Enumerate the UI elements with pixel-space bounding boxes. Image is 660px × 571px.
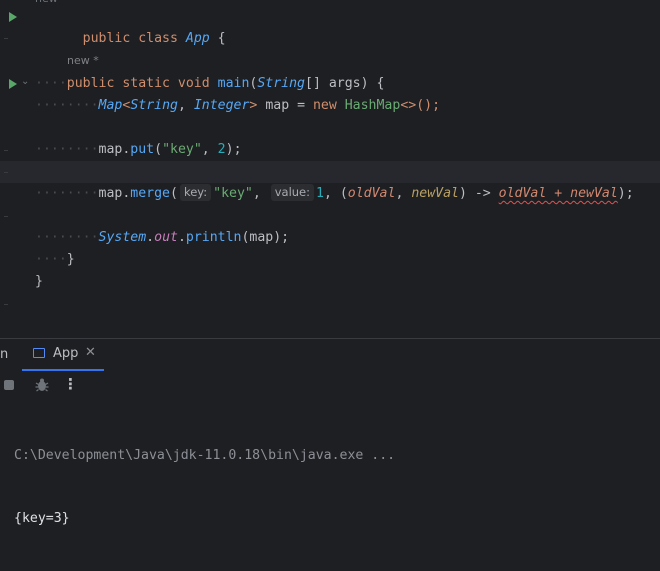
punct: , <box>395 186 412 201</box>
type: String <box>257 76 305 91</box>
punct: (map); <box>241 230 290 245</box>
type: Integer <box>193 98 250 113</box>
stop-icon[interactable] <box>4 380 14 390</box>
app-window-icon <box>33 348 45 358</box>
punct: . <box>177 230 186 245</box>
gutter-mark <box>4 38 8 39</box>
console-output-line: {key=3} <box>14 511 70 526</box>
string-literal: "key" <box>213 186 253 201</box>
gutter-mark <box>4 172 8 173</box>
bug-icon[interactable] <box>34 377 50 397</box>
punct: { <box>209 31 226 46</box>
chevron-down-icon[interactable]: ⌄ <box>21 76 29 87</box>
punct: ( <box>170 186 178 201</box>
run-toolbar: ⋮ <box>0 375 660 397</box>
keyword: public class <box>82 31 178 46</box>
punct: ); <box>225 142 242 157</box>
code-line-1: public class App { <box>0 6 660 46</box>
code-line-11: ····} <box>35 252 75 267</box>
punct: , <box>177 98 194 113</box>
usage-hint[interactable]: new * <box>67 54 99 67</box>
keyword: public static void <box>66 76 210 91</box>
console-command-line[interactable]: C:\Development\Java\jdk-11.0.18\bin\java… <box>14 445 395 466</box>
variable: map. <box>98 142 131 157</box>
punct: ); <box>617 186 634 201</box>
code-line-8: ········map.merge(key: "key", value: 1, (o… <box>35 184 634 201</box>
more-options-icon[interactable]: ⋮ <box>63 375 78 393</box>
code-line-3: ⌄ ····public static void main(String[] a… <box>0 73 660 95</box>
code-line-6: ········map.put("key", 2); <box>35 142 242 157</box>
punct: ( <box>154 142 163 157</box>
lambda-body[interactable]: oldVal + newVal <box>499 186 618 201</box>
code-editor[interactable]: new public class App { new * ⌄ ····publi… <box>0 0 660 338</box>
run-tool-window: n App ✕ ⋮ C:\Development\Java\jdk-11.0.1… <box>0 338 660 526</box>
punct: , <box>201 142 218 157</box>
variable: map = <box>257 98 313 113</box>
keyword: new <box>312 98 337 113</box>
tab-app[interactable]: App ✕ <box>22 339 104 371</box>
punct: . <box>146 230 155 245</box>
params: [] args) { <box>305 76 385 91</box>
gutter-mark <box>4 216 8 217</box>
lambda-param: newVal <box>411 186 459 201</box>
method-name: main <box>217 76 250 91</box>
run-gutter-icon[interactable] <box>9 12 17 22</box>
code-line-12: } <box>0 271 660 293</box>
class-name: App <box>185 31 210 46</box>
param-hint-value: value: <box>270 184 315 201</box>
class-name: System <box>98 230 147 245</box>
punct: , ( <box>323 186 348 201</box>
number-literal: 2 <box>217 142 226 157</box>
console-output[interactable]: C:\Development\Java\jdk-11.0.18\bin\java… <box>14 403 395 571</box>
usage-hint-top: new <box>35 0 58 5</box>
variable: map. <box>98 186 131 201</box>
type: Map <box>98 98 123 113</box>
gutter-mark <box>4 150 8 151</box>
number-literal: 1 <box>316 186 324 201</box>
lambda-param: oldVal <box>347 186 396 201</box>
string-literal: "key" <box>162 142 202 157</box>
closing-brace: } <box>66 252 75 267</box>
constructor: HashMap <box>344 98 401 113</box>
method-name: put <box>130 142 155 157</box>
param-hint-key: key: <box>179 184 212 201</box>
code-line-4: ········Map<String, Integer> map = new H… <box>35 98 441 113</box>
code-line-10: ········System.out.println(map); <box>35 230 290 245</box>
method-name: println <box>185 230 242 245</box>
tool-window-title-fragment: n <box>0 347 9 362</box>
tab-label: App <box>53 346 79 361</box>
close-icon[interactable]: ✕ <box>85 345 96 360</box>
type: String <box>130 98 178 113</box>
lambda-arrow: ) -> <box>458 186 499 201</box>
run-gutter-icon[interactable] <box>9 79 17 89</box>
punct: <>(); <box>400 98 441 113</box>
run-tab-bar: n App ✕ <box>0 339 660 371</box>
field: out <box>154 230 178 245</box>
punct: , <box>252 186 269 201</box>
gutter-mark <box>4 304 8 305</box>
closing-brace: } <box>35 274 43 289</box>
code-line-current[interactable] <box>0 161 660 183</box>
method-name: merge <box>130 186 170 201</box>
